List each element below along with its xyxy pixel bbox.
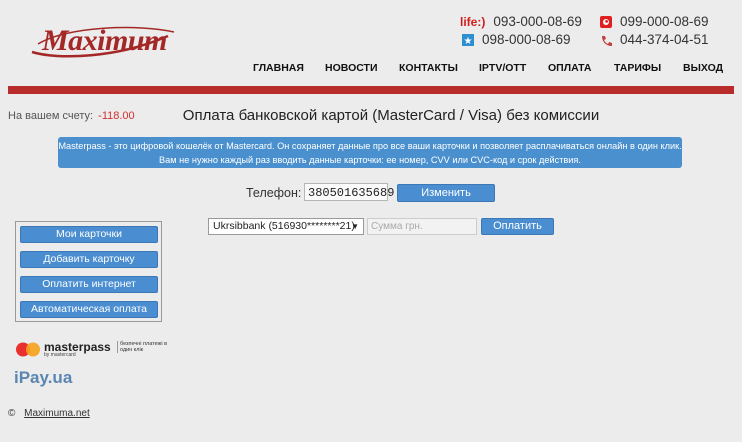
brand-logo[interactable]: Maximum — [28, 22, 178, 62]
handset-icon — [600, 34, 612, 46]
footer-site-link[interactable]: Maximuma.net — [24, 408, 90, 419]
main-nav: ГЛАВНАЯ НОВОСТИ КОНТАКТЫ IPTV/OTT ОПЛАТА… — [240, 62, 728, 78]
masterpass-info-banner: Masterpass - это цифровой кошелёк от Mas… — [58, 137, 682, 168]
sidebar-item-pay-internet[interactable]: Оплатить интернет — [20, 276, 158, 293]
nav-logout[interactable]: ВЫХОД — [683, 62, 723, 74]
card-select[interactable]: Ukrsibbank (516930********21) ▼ — [208, 218, 364, 235]
mastercard-icon — [16, 342, 40, 357]
sidebar-item-add-card[interactable]: Добавить карточку — [20, 251, 158, 268]
vodafone-icon — [600, 15, 612, 28]
footer: © Maximuma.net — [8, 408, 90, 419]
page-title: Оплата банковской картой (MasterCard / V… — [182, 107, 600, 124]
nav-contacts[interactable]: КОНТАКТЫ — [399, 62, 458, 74]
change-phone-button[interactable]: Изменить — [397, 184, 495, 202]
phone-life: life:) 093-000-08-69 — [460, 14, 582, 29]
contact-phones: life:) 093-000-08-69 099-000-08-69 ★ 098… — [456, 12, 742, 52]
phone-landline: 044-374-04-51 — [600, 32, 709, 47]
card-select-value: Ukrsibbank (516930********21) — [213, 220, 355, 232]
sidebar-item-my-cards[interactable]: Мои карточки — [20, 226, 158, 243]
pay-button[interactable]: Оплатить — [481, 218, 554, 235]
ipay-logo: iPay.ua — [14, 368, 73, 387]
info-line-2: Вам не нужно каждый раз вводить данные к… — [159, 155, 581, 165]
nav-tariffs[interactable]: ТАРИФЫ — [614, 62, 661, 74]
life-operator-label: life:) — [460, 14, 486, 29]
sidebar-item-auto-payment[interactable]: Автоматическая оплата — [20, 301, 158, 318]
nav-iptv[interactable]: IPTV/OTT — [479, 62, 526, 74]
logo-text: Maximum — [42, 24, 167, 57]
nav-home[interactable]: ГЛАВНАЯ — [253, 62, 304, 74]
svg-text:★: ★ — [464, 36, 473, 46]
kyivstar-icon: ★ — [462, 33, 474, 47]
phone-vodafone-number: 099-000-08-69 — [620, 14, 709, 29]
phone-label: Телефон: — [246, 186, 302, 200]
phone-life-number: 093-000-08-69 — [493, 14, 582, 29]
info-line-1: Masterpass - это цифровой кошелёк от Mas… — [58, 141, 682, 151]
header-divider — [8, 86, 734, 94]
dropdown-arrow-icon: ▼ — [351, 222, 359, 231]
phone-kyivstar: ★ 098-000-08-69 — [462, 32, 571, 47]
nav-news[interactable]: НОВОСТИ — [325, 62, 378, 74]
masterpass-sub: by mastercard — [44, 352, 76, 358]
nav-payment[interactable]: ОПЛАТА — [548, 62, 591, 74]
phone-vodafone: 099-000-08-69 — [600, 14, 709, 29]
amount-input[interactable] — [367, 218, 477, 235]
phone-landline-number: 044-374-04-51 — [620, 32, 709, 47]
masterpass-badge: masterpass by mastercard безпечні платеж… — [15, 338, 167, 360]
phone-kyivstar-number: 098-000-08-69 — [482, 32, 571, 47]
copyright-symbol: © — [8, 408, 16, 419]
phone-field[interactable]: 380501635689 — [304, 183, 394, 201]
sidebar-menu: Мои карточки Добавить карточку Оплатить … — [15, 221, 162, 322]
masterpass-slogan: безпечні платежі в один клік — [117, 341, 170, 353]
